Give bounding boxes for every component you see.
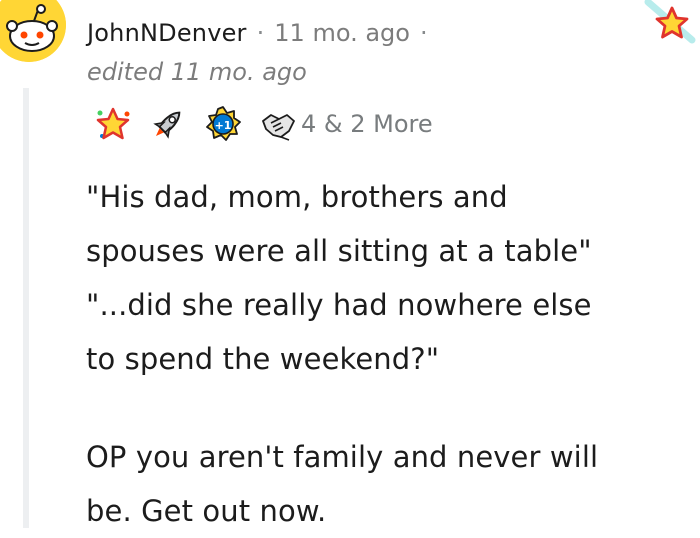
plus-one-award-icon: +1 bbox=[204, 105, 242, 143]
user-avatar[interactable] bbox=[0, 0, 66, 62]
comment-timestamp[interactable]: 11 mo. ago bbox=[274, 19, 410, 47]
star-award-icon bbox=[644, 0, 696, 44]
comment-line: "...did she really had nowhere else bbox=[86, 288, 592, 322]
comment-body: "His dad, mom, brothers and spouses were… bbox=[86, 170, 686, 538]
svg-text:+1: +1 bbox=[215, 119, 232, 132]
comment-line: be. Get out now. bbox=[86, 494, 327, 528]
comment-author[interactable]: JohnNDenver bbox=[87, 19, 247, 47]
separator-dot: · bbox=[256, 19, 265, 47]
comment-line: spouses were all sitting at a table" bbox=[86, 234, 592, 268]
edited-label: edited 11 mo. ago bbox=[87, 58, 307, 86]
comment-line: "His dad, mom, brothers and bbox=[86, 180, 508, 214]
rocket-award-icon bbox=[149, 105, 187, 143]
award-button[interactable] bbox=[634, 0, 700, 50]
comment-header: JohnNDenver · 11 mo. ago · bbox=[87, 16, 438, 50]
thread-line[interactable] bbox=[23, 88, 29, 528]
comment-line: OP you aren't family and never will bbox=[86, 440, 599, 474]
starstruck-award-icon bbox=[94, 105, 132, 143]
comment-paragraph: "His dad, mom, brothers and spouses were… bbox=[86, 170, 686, 386]
separator-dot: · bbox=[419, 19, 428, 47]
snoo-avatar-icon bbox=[0, 0, 66, 62]
award-count: 4 & 2 More bbox=[301, 110, 433, 138]
comment-paragraph: OP you aren't family and never will be. … bbox=[86, 430, 686, 538]
awards-row[interactable]: +1 4 & 2 More bbox=[94, 104, 433, 144]
handshake-award-icon bbox=[259, 105, 297, 143]
comment-line: to spend the weekend?" bbox=[86, 342, 440, 376]
